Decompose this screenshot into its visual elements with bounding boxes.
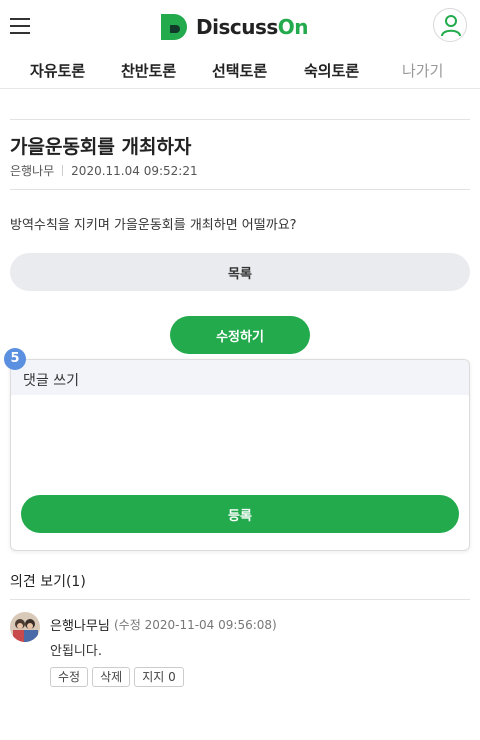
edit-button[interactable]: 수정하기 — [170, 316, 310, 354]
nav-tab-pro-con[interactable]: 찬반토론 — [121, 60, 176, 81]
avatar — [10, 612, 40, 642]
discussion-nav: 자유토론 찬반토론 선택토론 숙의토론 나가기 — [0, 52, 480, 89]
step-badge: 5 — [4, 348, 26, 370]
opinions-title: 의견 보기(1) — [10, 574, 86, 590]
comment-form-header: 댓글 쓰기 — [11, 360, 469, 395]
submit-comment-button[interactable]: 등록 — [21, 495, 459, 533]
logo-text: DiscussOn — [196, 15, 309, 39]
comment-input[interactable] — [21, 400, 463, 494]
post-meta: 은행나무 2020.11.04 09:52:21 — [10, 162, 198, 179]
post-date: 2020.11.04 09:52:21 — [71, 163, 198, 178]
hamburger-menu-icon[interactable] — [10, 16, 30, 36]
comment-support-button[interactable]: 지지 0 — [134, 667, 184, 687]
nav-tab-free[interactable]: 자유토론 — [30, 60, 85, 81]
post-body: 방역수칙을 지키며 가을운동회를 개최하면 어떨까요? — [10, 218, 297, 233]
user-profile-icon — [441, 15, 461, 37]
user-profile-button[interactable] — [433, 8, 467, 42]
top-bar: DiscussOn — [0, 0, 480, 52]
comment-form-title: 댓글 쓰기 — [23, 373, 79, 389]
list-button[interactable]: 목록 — [10, 253, 470, 291]
meta-separator — [62, 165, 64, 176]
comment-body: 안됩니다. — [50, 644, 102, 659]
divider — [10, 119, 470, 120]
divider — [10, 599, 470, 600]
nav-tab-exit[interactable]: 나가기 — [402, 60, 443, 81]
post-author: 은행나무 — [10, 164, 55, 178]
comment-author: 은행나무님 — [50, 619, 110, 634]
post-title: 가을운동회를 개최하자 — [10, 136, 192, 158]
comment-form: 댓글 쓰기 등록 — [10, 359, 470, 551]
comment-actions: 수정 삭제 지지 0 — [50, 667, 188, 687]
nav-tab-deliberation[interactable]: 숙의토론 — [304, 60, 359, 81]
comment-delete-button[interactable]: 삭제 — [92, 667, 131, 687]
nav-tab-choice[interactable]: 선택토론 — [212, 60, 267, 81]
comment-edited-time: (수정 2020-11-04 09:56:08) — [114, 618, 277, 632]
divider — [10, 189, 470, 190]
logo[interactable]: DiscussOn — [160, 12, 309, 42]
comment-edit-button[interactable]: 수정 — [50, 667, 89, 687]
logo-icon — [161, 14, 187, 40]
